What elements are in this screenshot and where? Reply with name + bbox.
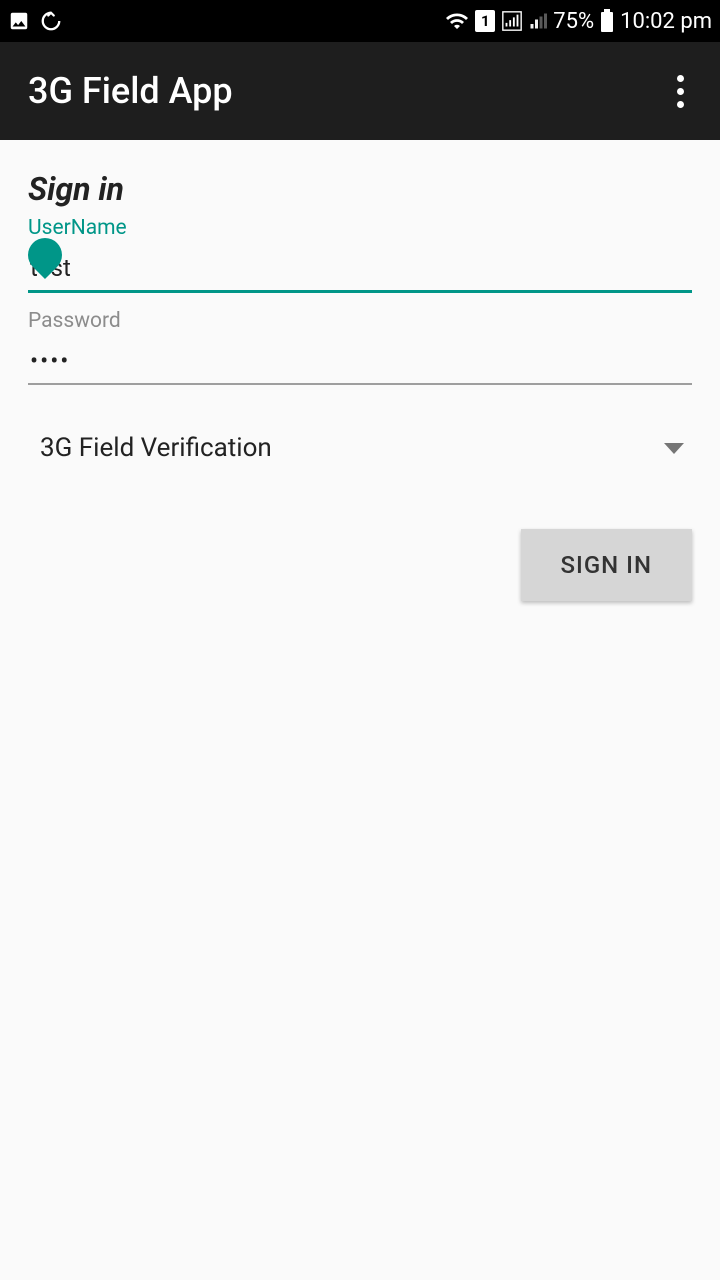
status-time: 10:02 pm [620, 9, 712, 34]
username-input[interactable] [28, 250, 692, 293]
username-field-wrapper: UserName [28, 216, 692, 293]
password-label: Password [28, 309, 692, 333]
status-left-icons [8, 10, 62, 32]
battery-percentage: 75% [553, 9, 594, 34]
signin-form: Sign in UserName Password 3G Field Verif… [0, 140, 720, 601]
overflow-menu-icon[interactable] [668, 71, 692, 111]
status-bar: 1 75% 10:02 pm [0, 0, 720, 42]
signin-button[interactable]: SIGN IN [521, 529, 693, 601]
verification-dropdown[interactable]: 3G Field Verification [28, 427, 692, 469]
gallery-icon [8, 10, 30, 32]
username-label: UserName [28, 216, 692, 240]
sim-badge-icon: 1 [475, 10, 495, 32]
wifi-icon [445, 9, 469, 33]
page-title: Sign in [28, 170, 692, 208]
signal-icon [501, 10, 523, 32]
battery-icon [600, 9, 614, 33]
app-title: 3G Field App [28, 70, 233, 112]
status-right-icons: 1 75% 10:02 pm [445, 9, 712, 34]
dropdown-selected-label: 3G Field Verification [40, 433, 272, 463]
password-field-wrapper: Password [28, 309, 692, 385]
password-input[interactable] [28, 343, 692, 385]
sync-icon [40, 10, 62, 32]
app-bar: 3G Field App [0, 42, 720, 140]
button-row: SIGN IN [28, 529, 692, 601]
chevron-down-icon [664, 443, 684, 454]
signal-secondary-icon [529, 10, 547, 32]
